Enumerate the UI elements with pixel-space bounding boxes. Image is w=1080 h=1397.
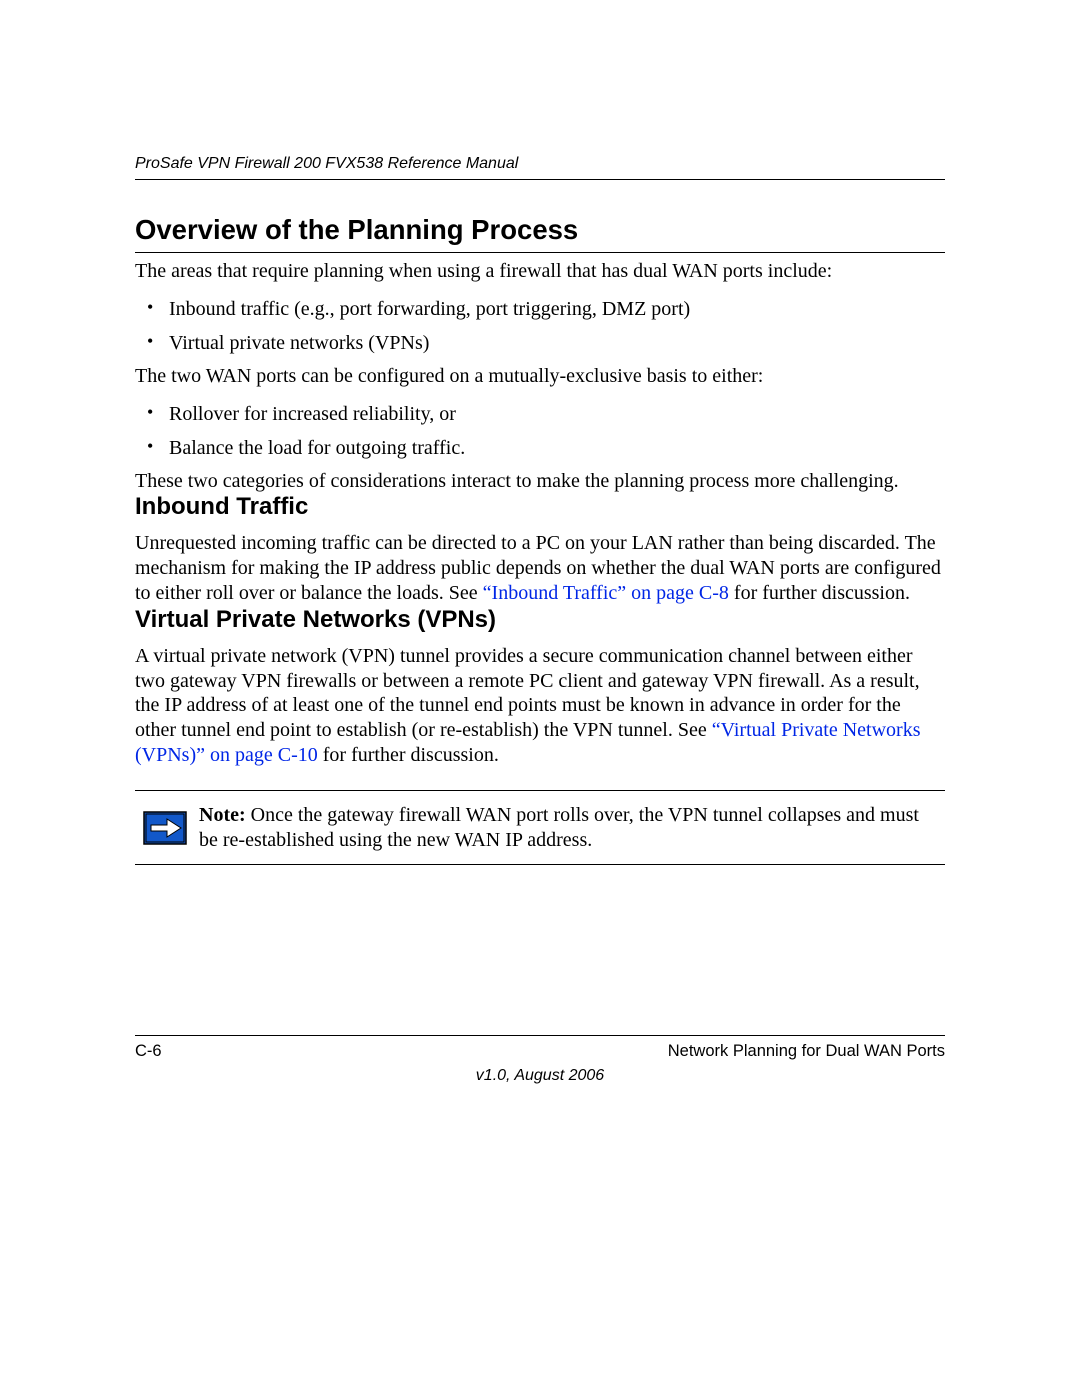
arrow-right-icon	[143, 811, 187, 845]
list-item: Inbound traffic (e.g., port forwarding, …	[135, 296, 945, 322]
xref-inbound-traffic[interactable]: “Inbound Traffic” on page C-8	[483, 582, 729, 604]
text-span: for further discussion.	[729, 582, 910, 604]
bullet-list-1: Inbound traffic (e.g., port forwarding, …	[135, 296, 945, 356]
subsection-heading-inbound: Inbound Traffic	[135, 493, 945, 521]
note-icon-wrap	[137, 799, 193, 857]
footer-version: v1.0, August 2006	[135, 1067, 945, 1085]
page-footer: C-6 Network Planning for Dual WAN Ports …	[135, 1035, 945, 1085]
mid-paragraph-2: These two categories of considerations i…	[135, 469, 945, 494]
note-text: Note: Once the gateway firewall WAN port…	[193, 799, 943, 857]
content-area: ProSafe VPN Firewall 200 FVX538 Referenc…	[135, 155, 945, 865]
note-body: Once the gateway firewall WAN port rolls…	[199, 804, 919, 851]
note-label: Note:	[199, 804, 246, 826]
chapter-title: Network Planning for Dual WAN Ports	[668, 1042, 945, 1061]
intro-paragraph: The areas that require planning when usi…	[135, 259, 945, 284]
vpn-paragraph: A virtual private network (VPN) tunnel p…	[135, 644, 945, 768]
note-callout: Note: Once the gateway firewall WAN port…	[135, 790, 945, 866]
inbound-paragraph: Unrequested incoming traffic can be dire…	[135, 531, 945, 605]
subsection-heading-vpn: Virtual Private Networks (VPNs)	[135, 606, 945, 634]
page-number: C-6	[135, 1042, 162, 1061]
running-header: ProSafe VPN Firewall 200 FVX538 Referenc…	[135, 155, 945, 180]
footer-rule	[135, 1035, 945, 1036]
list-item: Balance the load for outgoing traffic.	[135, 435, 945, 461]
bullet-list-2: Rollover for increased reliability, or B…	[135, 401, 945, 461]
mid-paragraph-1: The two WAN ports can be configured on a…	[135, 364, 945, 389]
list-item: Rollover for increased reliability, or	[135, 401, 945, 427]
footer-row: C-6 Network Planning for Dual WAN Ports	[135, 1042, 945, 1061]
text-span: for further discussion.	[318, 744, 499, 766]
list-item: Virtual private networks (VPNs)	[135, 330, 945, 356]
section-heading-overview: Overview of the Planning Process	[135, 214, 945, 253]
document-page: ProSafe VPN Firewall 200 FVX538 Referenc…	[0, 0, 1080, 1397]
